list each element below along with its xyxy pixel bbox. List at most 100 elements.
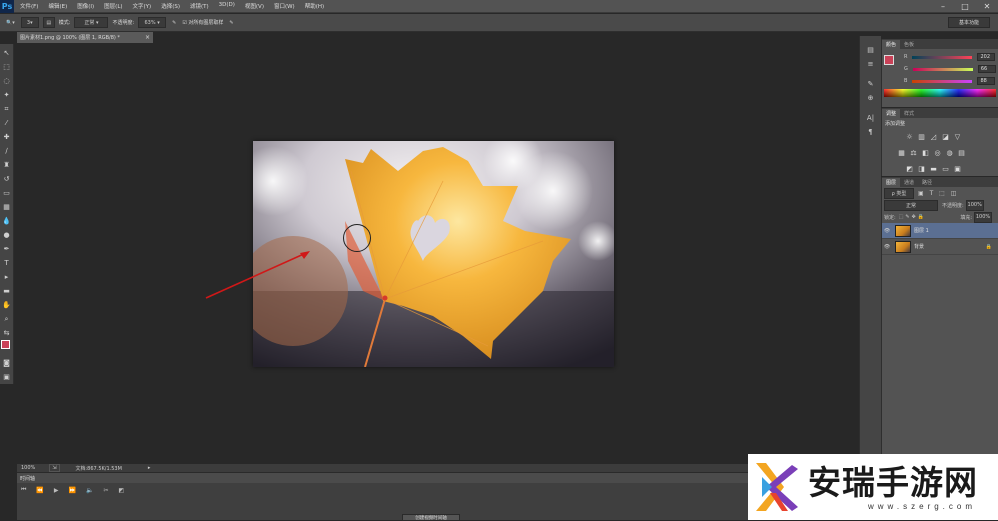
status-menu-icon[interactable]: ▸ bbox=[148, 465, 151, 471]
menu-item[interactable]: 文字(Y) bbox=[133, 2, 152, 10]
blur-tool-icon[interactable]: 💧 bbox=[1, 214, 13, 228]
layer-name[interactable]: 图层 1 bbox=[914, 227, 929, 234]
healing-brush-tool-icon[interactable]: ✚ bbox=[1, 130, 13, 144]
posterize-icon[interactable]: ◨ bbox=[916, 163, 927, 175]
properties-icon[interactable]: ≡ bbox=[864, 58, 878, 70]
tab-adjustments[interactable]: 调整 bbox=[882, 109, 901, 118]
tab-swatches[interactable]: 色板 bbox=[900, 40, 918, 49]
layer-row[interactable]: 👁 背景 🔒 bbox=[882, 239, 998, 255]
visibility-eye-icon[interactable]: 👁 bbox=[882, 228, 892, 234]
menu-item[interactable]: 滤镜(T) bbox=[190, 2, 209, 10]
brush-presets-icon[interactable]: ✎ bbox=[864, 78, 878, 90]
audio-icon[interactable]: 🔈 bbox=[86, 487, 93, 494]
opacity-input[interactable]: 63% ▾ bbox=[138, 17, 167, 28]
mode-select[interactable]: 正常 ▾ bbox=[74, 17, 109, 28]
close-icon[interactable]: × bbox=[145, 34, 150, 41]
hue-saturation-icon[interactable]: ▦ bbox=[896, 147, 907, 159]
transition-icon[interactable]: ◩ bbox=[119, 487, 125, 494]
color-balance-icon[interactable]: ⚖ bbox=[908, 147, 919, 159]
tab-channels[interactable]: 通道 bbox=[900, 178, 918, 187]
split-icon[interactable]: ✂ bbox=[103, 487, 108, 494]
exposure-icon[interactable]: ◪ bbox=[940, 131, 951, 143]
black-white-icon[interactable]: ◧ bbox=[920, 147, 931, 159]
b-value-input[interactable]: 88 bbox=[977, 77, 996, 85]
menu-item[interactable]: 图像(I) bbox=[77, 2, 94, 10]
layer-name[interactable]: 背景 bbox=[914, 243, 924, 250]
zoom-level[interactable]: 100% bbox=[21, 465, 35, 471]
tab-color[interactable]: 颜色 bbox=[882, 40, 901, 49]
lock-icons[interactable]: ⬚✎✥🔒 bbox=[899, 214, 926, 220]
next-frame-icon[interactable]: ⏩ bbox=[69, 487, 76, 494]
menu-item[interactable]: 视图(V) bbox=[245, 2, 264, 10]
first-frame-icon[interactable]: ⏮ bbox=[21, 486, 26, 494]
clone-stamp-tool-icon[interactable]: 🔍▾ bbox=[4, 17, 17, 28]
default-colors-icon[interactable]: ⇆ bbox=[1, 326, 13, 340]
threshold-icon[interactable]: ▬ bbox=[928, 163, 939, 175]
play-icon[interactable]: ▶ bbox=[54, 487, 59, 494]
share-icon[interactable]: ⇲ bbox=[49, 464, 60, 472]
sample-all-checkbox[interactable]: ☑ 对所有图层取样 bbox=[182, 19, 223, 26]
layer-row[interactable]: 👁 图层 1 bbox=[882, 223, 998, 239]
gradient-map-icon[interactable]: ▭ bbox=[940, 163, 951, 175]
tab-layers[interactable]: 图层 bbox=[882, 178, 901, 187]
minimize-button[interactable]: – bbox=[932, 0, 954, 13]
channel-mixer-icon[interactable]: ◍ bbox=[944, 147, 955, 159]
layer-opacity-input[interactable]: 100% bbox=[965, 199, 984, 211]
shape-tool-icon[interactable]: ▬ bbox=[1, 284, 13, 298]
menu-item[interactable]: 文件(F) bbox=[20, 2, 38, 10]
type-tool-icon[interactable]: T bbox=[1, 256, 13, 270]
layer-kind-filter[interactable]: ρ 类型 bbox=[884, 187, 914, 199]
pen-tool-icon[interactable]: ✒ bbox=[1, 242, 13, 256]
levels-icon[interactable]: ▥ bbox=[916, 131, 927, 143]
screen-mode-icon[interactable]: ▣ bbox=[1, 370, 13, 384]
hand-tool-icon[interactable]: ✋ bbox=[1, 298, 13, 312]
tab-styles[interactable]: 样式 bbox=[900, 109, 918, 118]
b-slider[interactable] bbox=[912, 79, 973, 83]
lasso-tool-icon[interactable]: ◌ bbox=[1, 74, 13, 88]
move-tool-icon[interactable]: ↖ bbox=[1, 46, 13, 60]
zoom-tool-icon[interactable]: ⌕ bbox=[1, 312, 13, 326]
gradient-tool-icon[interactable]: ▦ bbox=[1, 200, 13, 214]
path-select-tool-icon[interactable]: ▸ bbox=[1, 270, 13, 284]
brush-panel-icon[interactable]: ▤ bbox=[42, 17, 55, 28]
tab-paths[interactable]: 路径 bbox=[918, 178, 936, 187]
color-lookup-icon[interactable]: ▤ bbox=[956, 147, 967, 159]
maximize-button[interactable]: □ bbox=[954, 0, 976, 13]
character-icon[interactable]: A| bbox=[864, 112, 878, 124]
vibrance-icon[interactable]: ▽ bbox=[952, 131, 963, 143]
crop-tool-icon[interactable]: ⌗ bbox=[1, 102, 13, 116]
clone-stamp-tool-icon[interactable]: ♜ bbox=[1, 158, 13, 172]
marquee-tool-icon[interactable]: ⬚ bbox=[1, 60, 13, 74]
g-slider[interactable] bbox=[912, 67, 973, 71]
history-brush-tool-icon[interactable]: ↺ bbox=[1, 172, 13, 186]
document-tab[interactable]: 图片素材1.png @ 100% (图层 1, RGB/8) * × bbox=[17, 32, 153, 43]
menu-item[interactable]: 图层(L) bbox=[104, 2, 122, 10]
paragraph-icon[interactable]: ¶ bbox=[864, 126, 878, 138]
color-swatches[interactable] bbox=[0, 340, 13, 356]
menu-item[interactable]: 选择(S) bbox=[161, 2, 180, 10]
r-slider[interactable] bbox=[912, 55, 973, 59]
brush-tool-icon[interactable]: ∕ bbox=[1, 144, 13, 158]
dodge-tool-icon[interactable]: ● bbox=[1, 228, 13, 242]
menu-item[interactable]: 3D(D) bbox=[219, 2, 235, 10]
blend-mode-select[interactable]: 正常 bbox=[884, 199, 938, 211]
eraser-tool-icon[interactable]: ▭ bbox=[1, 186, 13, 200]
prev-frame-icon[interactable]: ⏪ bbox=[36, 487, 43, 494]
quick-mask-icon[interactable]: ◙ bbox=[1, 356, 13, 370]
brush-size-picker[interactable]: 3 ▾ bbox=[20, 17, 39, 28]
foreground-color-swatch[interactable] bbox=[884, 55, 894, 65]
r-value-input[interactable]: 202 bbox=[977, 53, 996, 61]
selective-color-icon[interactable]: ▣ bbox=[952, 163, 963, 175]
menu-item[interactable]: 编辑(E) bbox=[48, 2, 67, 10]
color-spectrum[interactable] bbox=[884, 89, 996, 97]
quick-select-tool-icon[interactable]: ✦ bbox=[1, 88, 13, 102]
eyedropper-tool-icon[interactable]: ⁄ bbox=[1, 116, 13, 130]
brightness-icon[interactable]: ☼ bbox=[904, 131, 915, 143]
menu-item[interactable]: 窗口(W) bbox=[274, 2, 295, 10]
g-value-input[interactable]: 66 bbox=[977, 65, 996, 73]
pressure-opacity-icon[interactable]: ✎ bbox=[170, 17, 178, 28]
invert-icon[interactable]: ◩ bbox=[904, 163, 915, 175]
pressure-size-icon[interactable]: ✎ bbox=[227, 17, 235, 28]
layer-filter-icons[interactable]: ▣ T ⬚ ◫ bbox=[918, 190, 958, 197]
workspace-switcher[interactable]: 基本功能 bbox=[948, 17, 990, 28]
